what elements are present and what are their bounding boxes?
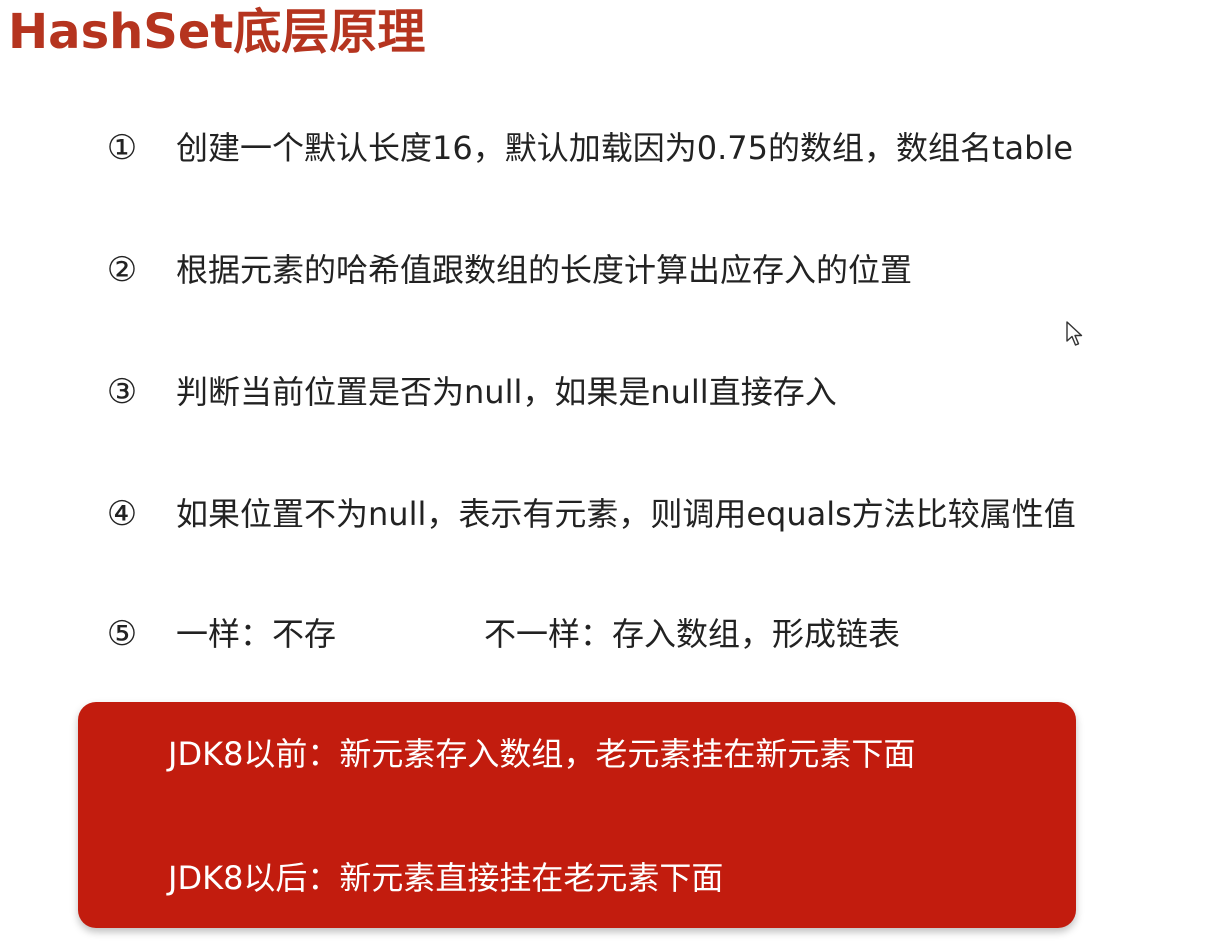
step-number: ④ xyxy=(106,494,138,534)
step-number: ③ xyxy=(106,372,138,412)
step-text: 如果位置不为null，表示有元素，则调用equals方法比较属性值 xyxy=(176,495,1076,533)
step-text: 创建一个默认长度16，默认加载因为0.75的数组，数组名table xyxy=(176,129,1074,167)
step-number: ⑤ xyxy=(106,614,138,654)
step-text: 判断当前位置是否为null，如果是null直接存入 xyxy=(176,373,837,411)
step-number: ② xyxy=(106,250,138,290)
note-before-jdk8: JDK8以前：新元素存入数组，老元素挂在新元素下面 xyxy=(168,735,916,773)
jdk8-note-box: JDK8以前：新元素存入数组，老元素挂在新元素下面 JDK8以后：新元素直接挂在… xyxy=(78,702,1076,928)
step-number: ① xyxy=(106,128,138,168)
mouse-pointer-icon xyxy=(1066,321,1083,346)
step-text-same: 一样：不存 xyxy=(176,615,337,653)
note-after-jdk8: JDK8以后：新元素直接挂在老元素下面 xyxy=(168,859,724,897)
step-text-different: 不一样：存入数组，形成链表 xyxy=(484,615,901,653)
page-title: HashSet底层原理 xyxy=(8,4,426,60)
step-text: 根据元素的哈希值跟数组的长度计算出应存入的位置 xyxy=(176,251,913,289)
